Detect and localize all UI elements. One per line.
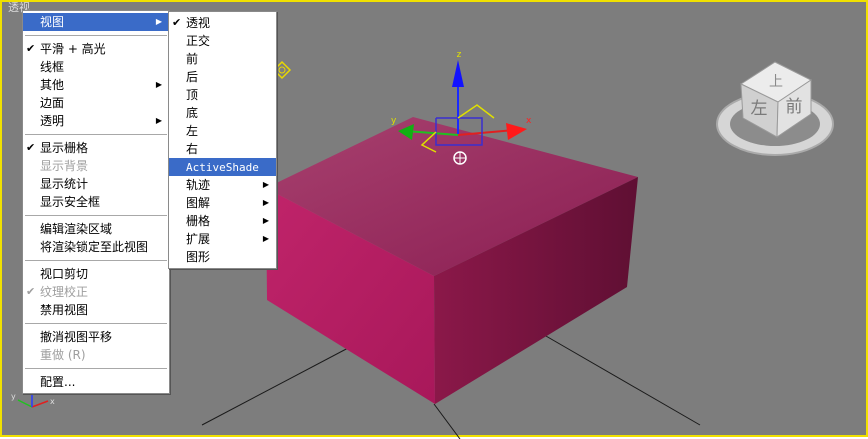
context-menu-item-label: 重做 (R): [40, 348, 86, 362]
context-menu-item-label: 将渲染锁定至此视图: [40, 240, 149, 254]
view-submenu-item-label: 轨迹: [186, 178, 211, 192]
viewcube-left-label: 左: [751, 99, 768, 119]
context-menu-item-透明[interactable]: 透明 ▶: [23, 112, 169, 130]
context-menu-item-label: 视口剪切: [40, 267, 89, 281]
view-submenu-item-扩展[interactable]: 扩展 ▶: [169, 230, 276, 248]
context-menu-item-撤消视图平移[interactable]: 撤消视图平移: [23, 328, 169, 346]
view-submenu-item-label: 栅格: [186, 214, 211, 228]
view-submenu-item-label: 后: [186, 70, 199, 84]
context-menu-item-重做-r[interactable]: 重做 (R): [23, 346, 169, 364]
context-menu-item-label: 线框: [40, 60, 65, 74]
view-submenu-item-顶[interactable]: 顶: [169, 86, 276, 104]
context-menu-item-视口剪切[interactable]: 视口剪切: [23, 265, 169, 283]
context-menu-item-label: 平滑 + 高光: [40, 42, 106, 56]
context-menu-item-label: 编辑渲染区域: [40, 222, 113, 236]
viewport-context-menu: 视图 ▶ ✔ 平滑 + 高光 线框其他 ▶ 边面透明 ▶ ✔ 显示栅格显示背景显示统计显示安全框编…: [22, 10, 170, 394]
viewcube-front-label: 前: [786, 97, 803, 117]
context-menu-item-label: 边面: [40, 96, 65, 110]
gizmo-y-label: y: [391, 116, 397, 126]
perspective-viewport[interactable]: 透视 z x y 上 左 前 x y 视图 ▶ ✔ 平滑 + 高光 线框 其他 …: [0, 0, 868, 439]
view-submenu-item-轨迹[interactable]: 轨迹 ▶: [169, 176, 276, 194]
context-menu-separator: [25, 260, 167, 261]
context-menu-item-label: 显示安全框: [40, 195, 101, 209]
context-menu-item-label: 显示栅格: [40, 141, 89, 155]
context-menu-item-线框[interactable]: 线框: [23, 58, 169, 76]
context-menu-item-配置[interactable]: 配置...: [23, 373, 169, 391]
view-submenu-item-前[interactable]: 前: [169, 50, 276, 68]
gizmo-z-label: z: [457, 50, 462, 60]
checkmark-icon: ✔: [172, 16, 182, 29]
view-submenu-item-正交[interactable]: 正交: [169, 32, 276, 50]
context-menu-item-label: 显示统计: [40, 177, 89, 191]
view-submenu: ✔ 透视正交前后顶底左右 ActiveShade 轨迹 ▶ 图解 ▶ 栅格 ▶ 扩展 ▶ 图形: [168, 11, 277, 269]
gizmo-x-label: x: [526, 116, 532, 126]
view-submenu-item-label: 右: [186, 142, 199, 156]
context-menu-item-显示统计[interactable]: 显示统计: [23, 175, 169, 193]
checkmark-icon: ✔: [26, 285, 36, 298]
box-object[interactable]: [266, 117, 638, 404]
context-menu-item-将渲染锁定至此视图[interactable]: 将渲染锁定至此视图: [23, 238, 169, 256]
viewcube-top-label: 上: [769, 74, 783, 90]
context-menu-item-显示安全框[interactable]: 显示安全框: [23, 193, 169, 211]
context-menu-item-视图[interactable]: 视图 ▶: [23, 13, 169, 31]
view-submenu-item-label: ActiveShade: [186, 161, 259, 174]
view-submenu-item-右[interactable]: 右: [169, 140, 276, 158]
context-menu-item-label: 显示背景: [40, 159, 89, 173]
context-menu-item-纹理校正[interactable]: ✔ 纹理校正: [23, 283, 169, 301]
submenu-arrow-icon: ▶: [262, 216, 269, 225]
checkmark-icon: ✔: [26, 141, 36, 154]
context-menu-separator: [25, 215, 167, 216]
view-submenu-item-透视[interactable]: ✔ 透视: [169, 14, 276, 32]
context-menu-separator: [25, 323, 167, 324]
view-submenu-item-左[interactable]: 左: [169, 122, 276, 140]
submenu-arrow-icon: ▶: [262, 198, 269, 207]
context-menu-item-label: 禁用视图: [40, 303, 89, 317]
context-menu-item-禁用视图[interactable]: 禁用视图: [23, 301, 169, 319]
view-submenu-item-label: 正交: [186, 34, 211, 48]
context-menu-item-其他[interactable]: 其他 ▶: [23, 76, 169, 94]
view-submenu-item-图解[interactable]: 图解 ▶: [169, 194, 276, 212]
context-menu-separator: [25, 368, 167, 369]
tripod-x-label: x: [50, 397, 55, 406]
view-submenu-item-label: 底: [186, 106, 199, 120]
submenu-arrow-icon: ▶: [155, 116, 162, 125]
context-menu-item-label: 配置...: [40, 375, 76, 389]
context-menu-item-label: 撤消视图平移: [40, 330, 113, 344]
context-menu-item-显示背景[interactable]: 显示背景: [23, 157, 169, 175]
view-submenu-item-activeshade[interactable]: ActiveShade: [169, 158, 276, 176]
context-menu-separator: [25, 35, 167, 36]
view-submenu-item-label: 顶: [186, 88, 199, 102]
context-menu-item-边面[interactable]: 边面: [23, 94, 169, 112]
context-menu-separator: [25, 134, 167, 135]
view-submenu-item-栅格[interactable]: 栅格 ▶: [169, 212, 276, 230]
context-menu-item-显示栅格[interactable]: ✔ 显示栅格: [23, 139, 169, 157]
checkmark-icon: ✔: [26, 42, 36, 55]
submenu-arrow-icon: ▶: [262, 234, 269, 243]
view-submenu-item-label: 扩展: [186, 232, 211, 246]
submenu-arrow-icon: ▶: [155, 80, 162, 89]
view-submenu-item-label: 图形: [186, 250, 211, 264]
viewcube[interactable]: 上 左 前: [716, 61, 834, 156]
view-submenu-item-label: 透视: [186, 16, 211, 30]
view-submenu-item-图形[interactable]: 图形: [169, 248, 276, 266]
view-submenu-item-label: 左: [186, 124, 199, 138]
view-submenu-item-底[interactable]: 底: [169, 104, 276, 122]
view-submenu-item-label: 前: [186, 52, 199, 66]
context-menu-item-label: 纹理校正: [40, 285, 89, 299]
submenu-arrow-icon: ▶: [155, 17, 162, 26]
context-menu-item-label: 透明: [40, 114, 65, 128]
context-menu-item-编辑渲染区域[interactable]: 编辑渲染区域: [23, 220, 169, 238]
view-submenu-item-label: 图解: [186, 196, 211, 210]
context-menu-item-平滑-高光[interactable]: ✔ 平滑 + 高光: [23, 40, 169, 58]
context-menu-item-label: 视图: [40, 15, 65, 29]
submenu-arrow-icon: ▶: [262, 180, 269, 189]
context-menu-item-label: 其他: [40, 78, 65, 92]
tripod-y-label: y: [11, 392, 16, 401]
view-submenu-item-后[interactable]: 后: [169, 68, 276, 86]
